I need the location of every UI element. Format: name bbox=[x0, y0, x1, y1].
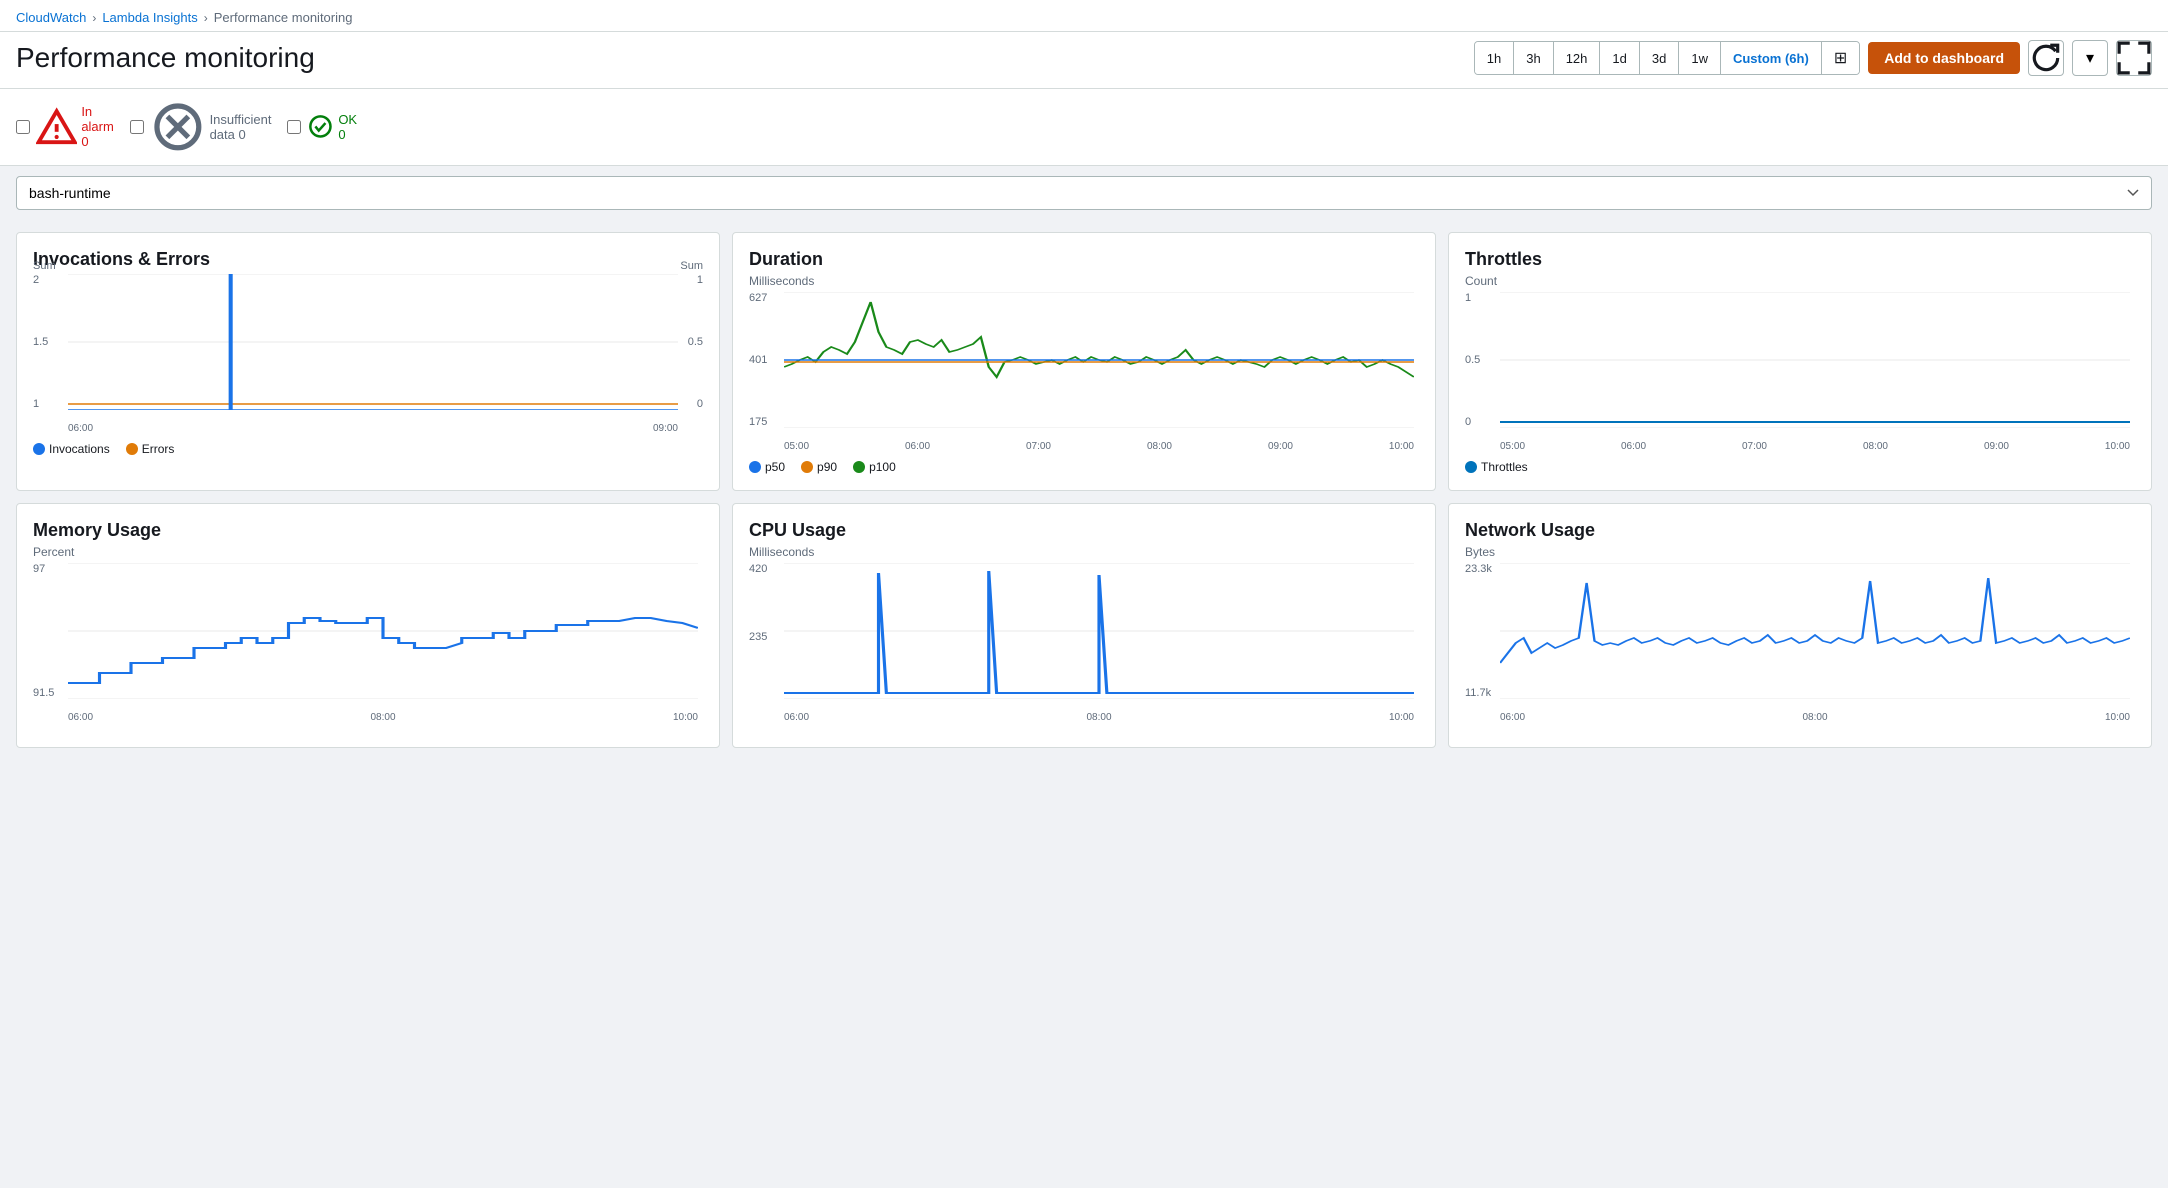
network-x-axis: 06:0008:0010:00 bbox=[1500, 712, 2130, 723]
ok-checkbox[interactable] bbox=[287, 120, 301, 134]
header-row: Performance monitoring 1h 3h 12h 1d 3d 1… bbox=[0, 32, 2168, 89]
ok-filter[interactable]: OK 0 bbox=[287, 112, 357, 142]
time-custom-button[interactable]: Custom (6h) bbox=[1721, 42, 1822, 74]
invocations-y-axis-right: 10.50 bbox=[683, 274, 703, 410]
legend-dot-p100 bbox=[853, 461, 865, 473]
throttles-x-axis: 05:0006:0007:0008:0009:0010:00 bbox=[1500, 441, 2130, 452]
throttles-chart-area: 10.50 05:0006:0007:0008:0009:0010:00 bbox=[1465, 292, 2135, 452]
invocations-chart-title: Invocations & Errors bbox=[33, 249, 703, 270]
breadcrumb-cloudwatch[interactable]: CloudWatch bbox=[16, 10, 86, 25]
cpu-svg-area bbox=[784, 563, 1414, 699]
dropdown-button[interactable]: ▾ bbox=[2072, 40, 2108, 76]
memory-x-axis: 06:0008:0010:00 bbox=[68, 712, 698, 723]
memory-chart-card: Memory Usage Percent 9791.5 06:0008:0010… bbox=[16, 503, 720, 748]
insufficient-checkbox[interactable] bbox=[130, 120, 144, 134]
legend-dot-teal bbox=[1465, 461, 1477, 473]
time-selector: 1h 3h 12h 1d 3d 1w Custom (6h) ⊞ bbox=[1474, 41, 1860, 75]
insufficient-icon bbox=[150, 99, 206, 155]
legend-invocations: Invocations bbox=[33, 442, 110, 456]
memory-chart-subtitle: Percent bbox=[33, 545, 703, 559]
throttles-chart-title: Throttles bbox=[1465, 249, 2135, 270]
header-controls: 1h 3h 12h 1d 3d 1w Custom (6h) ⊞ Add to … bbox=[1474, 40, 2152, 76]
duration-chart-area: 627401175 05:0006:0007:0008:0009:0010:00 bbox=[749, 292, 1419, 452]
throttles-y-axis: 10.50 bbox=[1465, 292, 1495, 428]
breadcrumb-lambda-insights[interactable]: Lambda Insights bbox=[102, 10, 197, 25]
duration-chart-subtitle: Milliseconds bbox=[749, 274, 1419, 288]
page-title: Performance monitoring bbox=[16, 42, 315, 74]
invocations-svg-area bbox=[68, 274, 678, 410]
function-selector[interactable]: bash-runtime bbox=[16, 176, 2152, 210]
throttles-chart-subtitle: Count bbox=[1465, 274, 2135, 288]
legend-dot-p90 bbox=[801, 461, 813, 473]
invocations-legend: Invocations Errors bbox=[33, 442, 703, 456]
throttles-chart-card: Throttles Count 10.50 05:0006:0007:0008:… bbox=[1448, 232, 2152, 491]
add-dashboard-button[interactable]: Add to dashboard bbox=[1868, 42, 2020, 74]
fullscreen-button[interactable] bbox=[2116, 40, 2152, 76]
time-12h-button[interactable]: 12h bbox=[1554, 42, 1601, 74]
duration-x-axis: 05:0006:0007:0008:0009:0010:00 bbox=[784, 441, 1414, 452]
legend-p50: p50 bbox=[749, 460, 785, 474]
alarm-icon bbox=[36, 106, 77, 147]
fullscreen-icon bbox=[2117, 41, 2151, 75]
cpu-x-axis: 06:0008:0010:00 bbox=[784, 712, 1414, 723]
network-y-axis: 23.3k11.7k bbox=[1465, 563, 1495, 699]
network-chart-area: 23.3k11.7k 06:0008:0010:00 bbox=[1465, 563, 2135, 723]
network-svg-area bbox=[1500, 563, 2130, 699]
cpu-chart-area: 420235 06:0008:0010:00 bbox=[749, 563, 1419, 723]
memory-y-axis: 9791.5 bbox=[33, 563, 63, 699]
time-3h-button[interactable]: 3h bbox=[1514, 42, 1553, 74]
cpu-chart-title: CPU Usage bbox=[749, 520, 1419, 541]
cpu-chart-subtitle: Milliseconds bbox=[749, 545, 1419, 559]
legend-dot-blue bbox=[33, 443, 45, 455]
in-alarm-checkbox[interactable] bbox=[16, 120, 30, 134]
time-1w-button[interactable]: 1w bbox=[1679, 42, 1721, 74]
legend-throttles: Throttles bbox=[1465, 460, 1528, 474]
throttles-svg-area bbox=[1500, 292, 2130, 428]
time-3d-button[interactable]: 3d bbox=[1640, 42, 1679, 74]
cpu-y-axis: 420235 bbox=[749, 563, 779, 699]
throttles-legend: Throttles bbox=[1465, 460, 2135, 474]
filter-bar: In alarm 0 Insufficient data 0 OK 0 bbox=[0, 89, 2168, 166]
breadcrumb-current: Performance monitoring bbox=[214, 10, 353, 25]
time-1h-button[interactable]: 1h bbox=[1475, 42, 1514, 74]
ok-icon bbox=[307, 113, 334, 140]
legend-dot-p50 bbox=[749, 461, 761, 473]
legend-p100: p100 bbox=[853, 460, 896, 474]
insufficient-data-filter[interactable]: Insufficient data 0 bbox=[130, 99, 272, 155]
refresh-button[interactable] bbox=[2028, 40, 2064, 76]
memory-chart-area: 9791.5 06:0008:0010:00 bbox=[33, 563, 703, 723]
network-chart-card: Network Usage Bytes 23.3k11.7k 06:0008:0… bbox=[1448, 503, 2152, 748]
time-1d-button[interactable]: 1d bbox=[1600, 42, 1639, 74]
duration-y-axis: 627401175 bbox=[749, 292, 784, 428]
breadcrumb: CloudWatch › Lambda Insights › Performan… bbox=[16, 0, 2152, 31]
invocations-x-axis: 06:0009:00 bbox=[68, 423, 678, 434]
legend-p90: p90 bbox=[801, 460, 837, 474]
network-chart-subtitle: Bytes bbox=[1465, 545, 2135, 559]
network-chart-title: Network Usage bbox=[1465, 520, 2135, 541]
cpu-chart-card: CPU Usage Milliseconds 420235 06:0008:00… bbox=[732, 503, 1436, 748]
invocations-chart-card: Invocations & Errors 21.51 Sum Sum 10.50 bbox=[16, 232, 720, 491]
duration-chart-card: Duration Milliseconds 627401175 bbox=[732, 232, 1436, 491]
time-grid-button[interactable]: ⊞ bbox=[1822, 42, 1859, 74]
invocations-y-axis-left: 21.51 bbox=[33, 274, 63, 410]
in-alarm-filter[interactable]: In alarm 0 bbox=[16, 104, 114, 149]
charts-container: Invocations & Errors 21.51 Sum Sum 10.50 bbox=[0, 220, 2168, 760]
duration-svg-area bbox=[784, 292, 1414, 428]
dropdown-bar: bash-runtime bbox=[0, 166, 2168, 220]
duration-chart-title: Duration bbox=[749, 249, 1419, 270]
legend-errors: Errors bbox=[126, 442, 175, 456]
memory-chart-title: Memory Usage bbox=[33, 520, 703, 541]
legend-dot-orange bbox=[126, 443, 138, 455]
memory-svg-area bbox=[68, 563, 698, 699]
refresh-icon bbox=[2029, 41, 2063, 75]
invocations-chart-area: 21.51 Sum Sum 10.50 bbox=[33, 274, 703, 434]
duration-legend: p50 p90 p100 bbox=[749, 460, 1419, 474]
